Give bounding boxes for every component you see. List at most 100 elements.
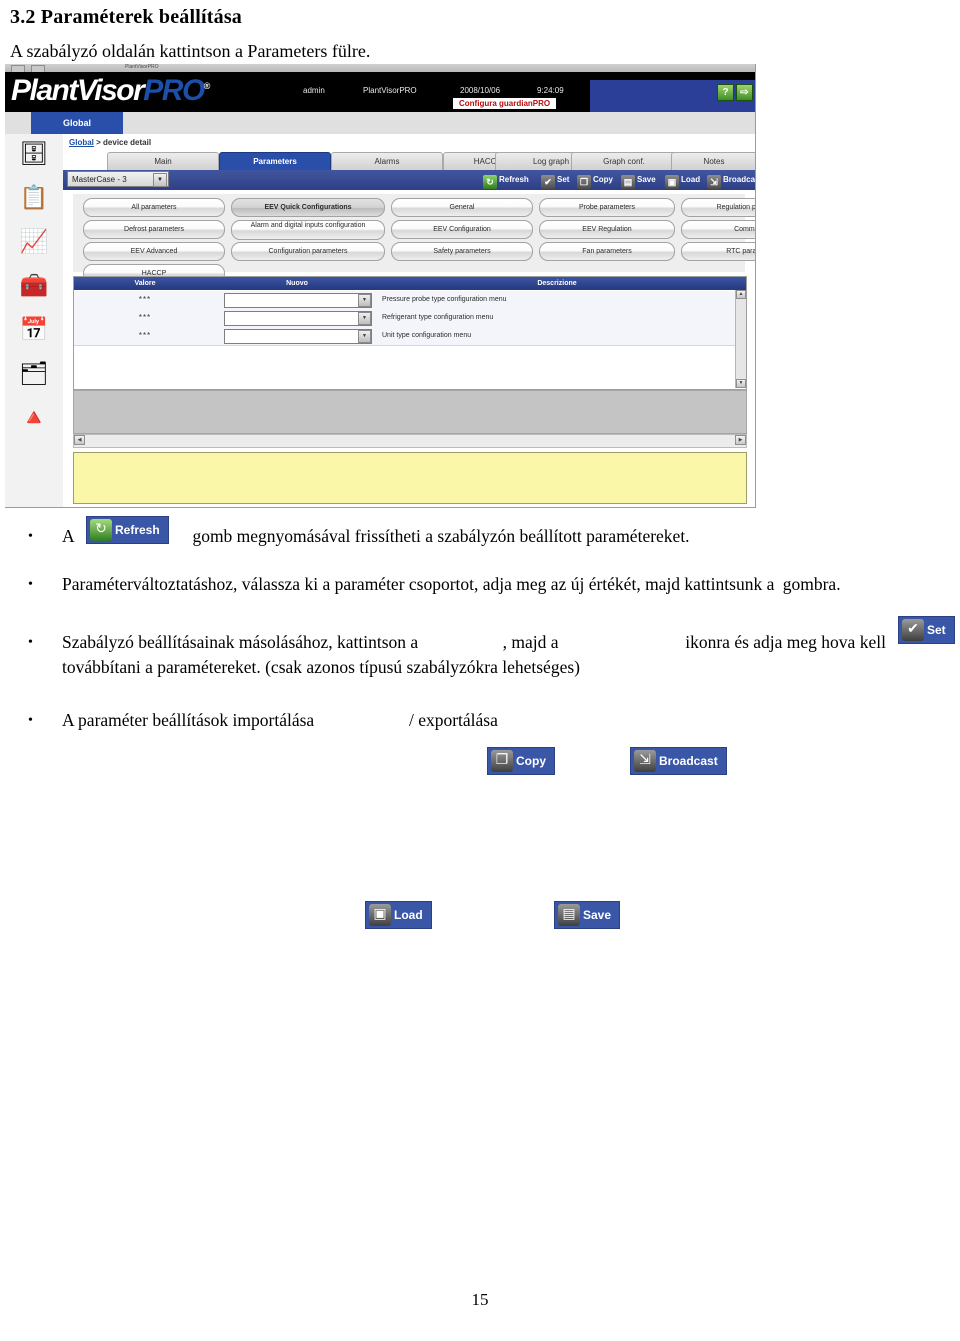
group-button-fan-parameters[interactable]: Fan parameters [539, 242, 675, 261]
help-icon[interactable]: ? [717, 84, 734, 101]
table-vertical-scrollbar[interactable]: ▲ ▼ [735, 290, 746, 388]
exit-icon[interactable]: ⇨ [736, 84, 753, 101]
column-header-nuovo: Nuovo [286, 280, 308, 287]
horizontal-scrollbar[interactable]: ◀ ▶ [73, 434, 747, 448]
toolbar-refresh-label: Refresh [499, 175, 529, 184]
app-sidebar: 🗄 📋 📈 🧰 📅 🗂 🔺 [5, 134, 64, 507]
refresh-button[interactable]: ↻ Refresh [86, 516, 169, 544]
group-button-alarm-digital-inputs[interactable]: Alarm and digital inputs configuration [231, 220, 385, 240]
group-button-defrost-parameters[interactable]: Defrost parameters [83, 220, 225, 239]
scroll-up-icon[interactable]: ▲ [736, 290, 746, 299]
sidebar-alarms-icon[interactable]: 📋 [17, 182, 51, 214]
bullet-3-text: Szabályzó beállításainak másolásához, ka… [0, 630, 960, 680]
calendar-glyph: 📅 [19, 317, 49, 342]
tab-bar: Main Parameters Alarms HACCP graph Log g… [63, 152, 755, 171]
table-row: *** ▼ Refrigerant type configuration men… [74, 309, 746, 328]
group-button-general[interactable]: General [391, 198, 533, 217]
list-item: • Szabályzó beállításainak másolásához, … [0, 630, 960, 775]
copy-icon: ❐ [577, 175, 591, 189]
toolbar-refresh-button[interactable]: ↻ Refresh [483, 172, 529, 189]
bullet-2-suffix: gombra. [782, 574, 841, 594]
sidebar-device-detail-icon[interactable]: 🗄 [17, 138, 51, 170]
column-header-descrizione: Descrizione [537, 280, 577, 287]
toolbar-load-button[interactable]: ▣ Load [665, 172, 701, 189]
global-tab[interactable]: Global [31, 112, 123, 134]
group-button-rtc-parameters[interactable]: RTC parameters [681, 242, 755, 261]
column-header-valore: Valore [134, 280, 156, 287]
row-new-value-select[interactable]: ▼ [224, 329, 372, 344]
header-date: 2008/10/06 [460, 86, 501, 95]
application-screenshot: PlantVisorPRO PlantVisorPRO® admin Plant… [5, 64, 756, 508]
row-new-value-select[interactable]: ▼ [224, 293, 372, 308]
group-button-eev-advanced[interactable]: EEV Advanced [83, 242, 225, 261]
brand-part-1: PlantVisor [11, 74, 145, 107]
group-button-safety-parameters[interactable]: Safety parameters [391, 242, 533, 261]
row-description: Unit type configuration menu [382, 332, 472, 339]
device-selector[interactable]: MasterCase - 3 ▼ [67, 171, 169, 187]
tab-graph-conf[interactable]: Graph conf. [571, 152, 677, 171]
tab-parameters[interactable]: Parameters [219, 152, 331, 171]
bullet-marker: • [28, 635, 33, 650]
bullet-4-middle: / exportálása [404, 710, 503, 730]
bullet-3-prefix: Szabályzó beállításainak másolásához, ka… [62, 632, 423, 652]
row-value: *** [138, 295, 152, 304]
parameter-table-header: Valore Nuovo Descrizione [74, 277, 746, 290]
refresh-icon: ↻ [90, 519, 112, 541]
sidebar-reports-icon[interactable]: 🗂 [17, 358, 51, 390]
load-icon: ▣ [369, 904, 391, 926]
cone-glyph: 🔺 [19, 405, 49, 430]
load-icon: ▣ [665, 175, 679, 189]
sidebar-cone-icon[interactable]: 🔺 [17, 402, 51, 434]
breadcrumb-global-link[interactable]: Global [69, 138, 94, 147]
breadcrumb: Global > device detail [69, 138, 151, 147]
scroll-down-icon[interactable]: ▼ [736, 379, 746, 388]
chevron-down-icon[interactable]: ▼ [358, 312, 371, 325]
row-new-value-select[interactable]: ▼ [224, 311, 372, 326]
set-icon: ✔ [541, 175, 555, 189]
group-button-eev-quick-configurations[interactable]: EEV Quick Configurations [231, 198, 385, 217]
bullet-2-text: Paraméterváltoztatáshoz, válassza ki a p… [0, 572, 960, 597]
bullet-2-prefix: Paraméterváltoztatáshoz, válassza ki a p… [62, 574, 779, 594]
scroll-left-icon[interactable]: ◀ [74, 435, 85, 445]
tab-notes[interactable]: Notes [671, 152, 755, 171]
toolbar-save-button[interactable]: ▤ Save [621, 172, 656, 189]
toolbar-broadcast-button[interactable]: ⇲Broadcast [707, 172, 755, 189]
refresh-icon: ↻ [483, 175, 497, 189]
group-button-all-parameters[interactable]: All parameters [83, 198, 225, 217]
group-button-eev-configuration[interactable]: EEV Configuration [391, 220, 533, 239]
tab-main[interactable]: Main [107, 152, 219, 171]
chevron-down-icon[interactable]: ▼ [358, 330, 371, 343]
group-button-eev-regulation[interactable]: EEV Regulation [539, 220, 675, 239]
sidebar-graph-icon[interactable]: 📈 [17, 226, 51, 258]
device-detail-glyph: 🗄 [19, 141, 49, 166]
configure-guardianpro-link[interactable]: Configura guardianPRO [453, 98, 557, 109]
table-row: *** ▼ Pressure probe type configuration … [74, 291, 746, 310]
chevron-down-icon[interactable]: ▼ [358, 294, 371, 307]
reports-glyph: 🗂 [19, 361, 49, 386]
refresh-button-label: Refresh [115, 523, 160, 537]
save-button-label: Save [583, 908, 612, 922]
chevron-down-icon[interactable]: ▼ [153, 173, 167, 187]
save-icon: ▤ [621, 175, 635, 189]
save-button[interactable]: ▤ Save [554, 901, 621, 929]
registered-mark: ® [203, 81, 211, 91]
page-intro-text: A szabályzó oldalán kattintson a Paramet… [10, 41, 371, 61]
group-button-regulation-parameters[interactable]: Regulation parameters [681, 198, 755, 217]
parameter-table: Valore Nuovo Descrizione *** ▼ Pressure … [73, 276, 747, 390]
bullet-4-text: A paraméter beállítások importálása / ex… [0, 708, 960, 733]
brand-part-2: PRO [143, 74, 205, 107]
group-button-configuration-parameters[interactable]: Configuration parameters [231, 242, 385, 261]
sidebar-tools-icon[interactable]: 🧰 [17, 270, 51, 302]
sidebar-calendar-icon[interactable]: 📅 [17, 314, 51, 346]
toolbar-load-label: Load [681, 175, 701, 184]
tab-alarms[interactable]: Alarms [331, 152, 443, 171]
bullet-1-prefix: A [62, 526, 79, 546]
toolbar-copy-button[interactable]: ❐ Copy [577, 172, 613, 189]
secondary-gray-pane [73, 390, 747, 434]
graph-glyph: 📈 [19, 229, 49, 254]
load-button[interactable]: ▣ Load [365, 901, 432, 929]
toolbar-set-button[interactable]: ✔ Set [541, 172, 569, 189]
scroll-right-icon[interactable]: ▶ [735, 435, 746, 445]
group-button-probe-parameters[interactable]: Probe parameters [539, 198, 675, 217]
group-button-commands[interactable]: Commands [681, 220, 755, 239]
